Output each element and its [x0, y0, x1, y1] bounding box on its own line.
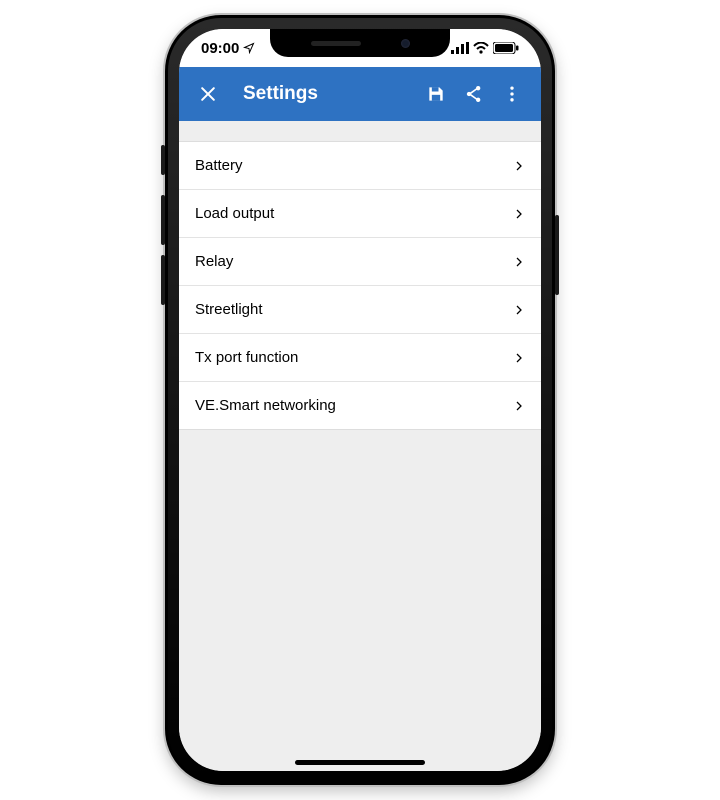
page-title: Settings — [243, 83, 417, 105]
cellular-icon — [451, 42, 469, 54]
overflow-menu-button[interactable] — [493, 75, 531, 113]
wifi-icon — [473, 42, 489, 54]
volume-down-button — [161, 255, 165, 305]
app-bar: Settings — [179, 67, 541, 121]
save-button[interactable] — [417, 75, 455, 113]
settings-item-tx-port[interactable]: Tx port function — [179, 334, 541, 382]
volume-up-button — [161, 195, 165, 245]
settings-item-label: Tx port function — [195, 349, 298, 366]
status-time: 09:00 — [201, 40, 239, 57]
settings-list: Battery Load output Relay Streetlight — [179, 141, 541, 430]
screen: 09:00 — [179, 29, 541, 771]
settings-item-load-output[interactable]: Load output — [179, 190, 541, 238]
notch — [270, 29, 450, 57]
content-area: Battery Load output Relay Streetlight — [179, 121, 541, 771]
settings-item-label: Load output — [195, 205, 274, 222]
settings-item-streetlight[interactable]: Streetlight — [179, 286, 541, 334]
chevron-right-icon — [513, 256, 525, 268]
more-vert-icon — [502, 84, 522, 104]
close-icon — [198, 84, 218, 104]
settings-item-label: VE.Smart networking — [195, 397, 336, 414]
front-camera — [401, 39, 410, 48]
phone-frame: 09:00 — [165, 15, 555, 785]
chevron-right-icon — [513, 304, 525, 316]
chevron-right-icon — [513, 352, 525, 364]
settings-item-battery[interactable]: Battery — [179, 142, 541, 190]
chevron-right-icon — [513, 400, 525, 412]
home-indicator[interactable] — [295, 760, 425, 765]
speaker-grille — [311, 41, 361, 46]
settings-item-label: Relay — [195, 253, 233, 270]
settings-item-label: Streetlight — [195, 301, 263, 318]
close-button[interactable] — [189, 75, 227, 113]
share-button[interactable] — [455, 75, 493, 113]
share-icon — [464, 84, 484, 104]
power-button — [555, 215, 559, 295]
settings-item-label: Battery — [195, 157, 243, 174]
battery-icon — [493, 42, 519, 54]
location-icon — [243, 42, 255, 54]
chevron-right-icon — [513, 208, 525, 220]
settings-item-ve-smart[interactable]: VE.Smart networking — [179, 382, 541, 430]
save-icon — [426, 84, 446, 104]
mute-switch — [161, 145, 165, 175]
settings-item-relay[interactable]: Relay — [179, 238, 541, 286]
chevron-right-icon — [513, 160, 525, 172]
